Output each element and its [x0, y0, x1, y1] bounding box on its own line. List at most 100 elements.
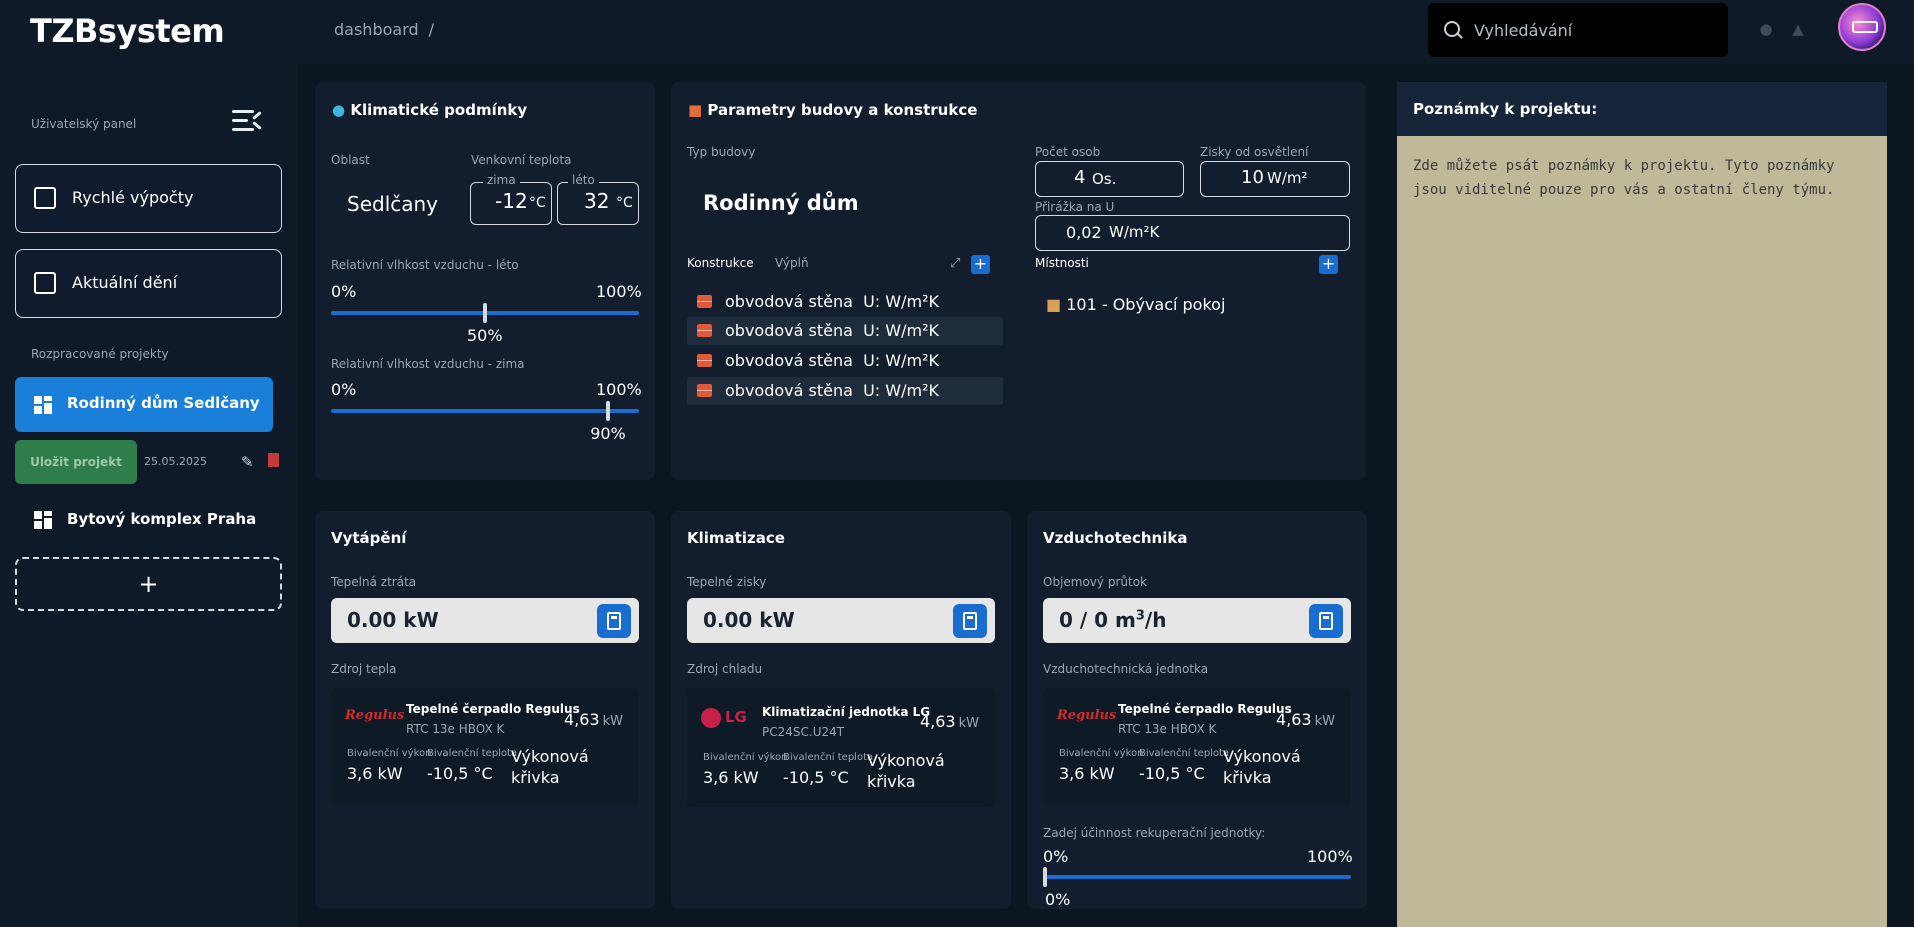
heating-title: Vytápění	[331, 529, 407, 547]
construction-row[interactable]: obvodová stěna U: W/m²K	[687, 347, 1003, 375]
construction-row[interactable]: obvodová stěna U: W/m²K	[687, 288, 1003, 316]
recovery-slider[interactable]	[1043, 875, 1351, 879]
quick-calc-button[interactable]: Rychlé výpočty	[15, 164, 282, 233]
construction-row[interactable]: obvodová stěna U: W/m²K	[687, 317, 1003, 345]
table-icon	[34, 272, 56, 294]
summer-temp-field[interactable]: léto 32 °C	[557, 173, 639, 225]
edit-icon[interactable]: ✎	[241, 453, 254, 471]
summer-unit: °C	[616, 195, 633, 211]
winter-temp-field[interactable]: zima -12 °C	[470, 173, 552, 225]
construction-row[interactable]: obvodová stěna U: W/m²K	[687, 377, 1003, 405]
heat-loss-calc-button[interactable]	[597, 604, 631, 638]
lighting-field[interactable]: 10 W/m²	[1200, 161, 1350, 197]
breadcrumb-dashboard[interactable]: dashboard	[334, 20, 419, 39]
humidity-summer-handle[interactable]	[483, 303, 487, 323]
add-room-button[interactable]: +	[1319, 255, 1338, 274]
search-input[interactable]	[1474, 17, 1714, 43]
brand-logo: Regulus	[345, 708, 405, 723]
winter-label: zima	[483, 173, 520, 187]
surcharge-unit: W/m²K	[1109, 223, 1160, 241]
menu-collapse-icon[interactable]	[232, 110, 262, 132]
biv-power-value: 3,6 kW	[703, 768, 759, 787]
heat-loss-value: 0.00 kW	[347, 608, 439, 632]
notes-title: Poznámky k projektu:	[1413, 100, 1598, 118]
expand-icon[interactable]: ⤢	[950, 256, 960, 271]
ventilation-title: Vzduchotechnika	[1043, 529, 1188, 547]
vent-unit-device[interactable]: Regulus Tepelné čerpadlo Regulus RTC 13e…	[1043, 688, 1351, 804]
project-name: Bytový komplex Praha	[67, 510, 257, 528]
breadcrumb: dashboard /	[334, 20, 434, 39]
device-name: Tepelné čerpadlo Regulus	[1118, 702, 1292, 716]
building-type-value[interactable]: Rodinný dům	[703, 191, 859, 215]
room-item[interactable]: ■ 101 - Obývací pokoj	[1046, 295, 1225, 314]
persons-field[interactable]: 4 Os.	[1035, 161, 1184, 197]
project-item-active[interactable]: Rodinný dům Sedlčany	[15, 377, 273, 432]
lighting-unit: W/m²	[1267, 169, 1308, 187]
save-project-button[interactable]: Uložit projekt	[15, 440, 137, 484]
performance-curve-link[interactable]: Výkonová křivka	[867, 750, 957, 792]
outdoor-temp-label: Venkovní teplota	[471, 153, 572, 167]
climate-card	[315, 82, 655, 480]
notes-textarea[interactable]: Zde můžete psát poznámky k projektu. Tyt…	[1413, 154, 1873, 202]
biv-temp-value: -10,5 °C	[427, 764, 493, 783]
humidity-summer-current: 50%	[467, 326, 503, 345]
winter-value: -12	[495, 189, 528, 213]
recovery-handle[interactable]	[1043, 867, 1047, 887]
building-card	[671, 82, 1366, 480]
project-item[interactable]: Bytový komplex Praha	[15, 494, 273, 546]
tab-fillings[interactable]: Výplň	[775, 256, 809, 270]
tab-constructions[interactable]: Konstrukce	[687, 256, 754, 270]
biv-power-label: Bivalenční výkon	[1059, 748, 1144, 759]
airflow-output: 0 / 0 m3/h	[1043, 598, 1351, 643]
biv-temp-label: Bivalenční teplota	[427, 748, 518, 759]
surcharge-value: 0,02	[1066, 223, 1102, 242]
calculator-icon	[1319, 612, 1333, 630]
biv-temp-label: Bivalenční teplota	[1139, 748, 1230, 759]
heat-source-device[interactable]: Regulus Tepelné čerpadlo Regulus RTC 13e…	[331, 688, 639, 804]
recovery-label: Zadej účinnost rekuperační jednotky:	[1043, 826, 1266, 840]
user-avatar[interactable]	[1838, 3, 1886, 51]
top-bar: TZBsystem dashboard / ● ▲	[0, 0, 1914, 64]
biv-temp-label: Bivalenční teplota	[783, 752, 874, 763]
lightbulb-icon[interactable]: ●	[1758, 20, 1774, 38]
recovery-min: 0%	[1043, 847, 1069, 866]
biv-power-label: Bivalenční výkon	[347, 748, 432, 759]
humidity-winter-slider[interactable]	[331, 409, 639, 413]
device-model: RTC 13e HBOX K	[1118, 722, 1217, 736]
airflow-label: Objemový průtok	[1043, 575, 1147, 589]
building-title: ■ Parametry budovy a konstrukce	[688, 101, 978, 119]
bell-icon[interactable]: ▲	[1790, 20, 1806, 38]
current-events-button[interactable]: Aktuální dění	[15, 249, 282, 318]
grid-icon	[34, 396, 52, 414]
brick-icon	[697, 384, 712, 397]
performance-curve-link[interactable]: Výkonová křivka	[1223, 746, 1313, 788]
grid-icon	[34, 511, 52, 529]
lighting-value: 10	[1241, 167, 1264, 188]
cool-source-device[interactable]: LG Klimatizační jednotka LG PC24SC.U24T …	[687, 688, 995, 807]
biv-temp-value: -10,5 °C	[783, 768, 849, 787]
device-name: Tepelné čerpadlo Regulus	[406, 702, 580, 716]
user-panel-label: Uživatelský panel	[31, 117, 137, 131]
heat-gains-calc-button[interactable]	[953, 604, 987, 638]
house-icon: ■	[688, 101, 703, 119]
delete-icon[interactable]	[268, 453, 279, 467]
breadcrumb-separator: /	[428, 20, 435, 39]
summer-label: léto	[568, 173, 599, 187]
performance-curve-link[interactable]: Výkonová křivka	[511, 746, 601, 788]
device-model: PC24SC.U24T	[762, 725, 845, 739]
humidity-winter-handle[interactable]	[606, 401, 611, 421]
brand-logo: Regulus	[1057, 708, 1117, 723]
heat-source-label: Zdroj tepla	[331, 662, 397, 676]
biv-power-value: 3,6 kW	[1059, 764, 1115, 783]
area-label: Oblast	[331, 153, 370, 167]
device-model: RTC 13e HBOX K	[406, 722, 505, 736]
add-construction-button[interactable]: +	[971, 255, 990, 274]
airflow-calc-button[interactable]	[1309, 604, 1343, 638]
add-project-button[interactable]: +	[15, 557, 282, 611]
summer-value: 32	[584, 189, 610, 213]
app-logo[interactable]: TZBsystem	[30, 12, 225, 50]
surcharge-field[interactable]: 0,02 W/m²K	[1035, 215, 1350, 251]
quick-calc-label: Rychlé výpočty	[72, 188, 194, 207]
project-name: Rodinný dům Sedlčany	[67, 394, 260, 412]
heat-loss-output: 0.00 kW	[331, 598, 639, 643]
